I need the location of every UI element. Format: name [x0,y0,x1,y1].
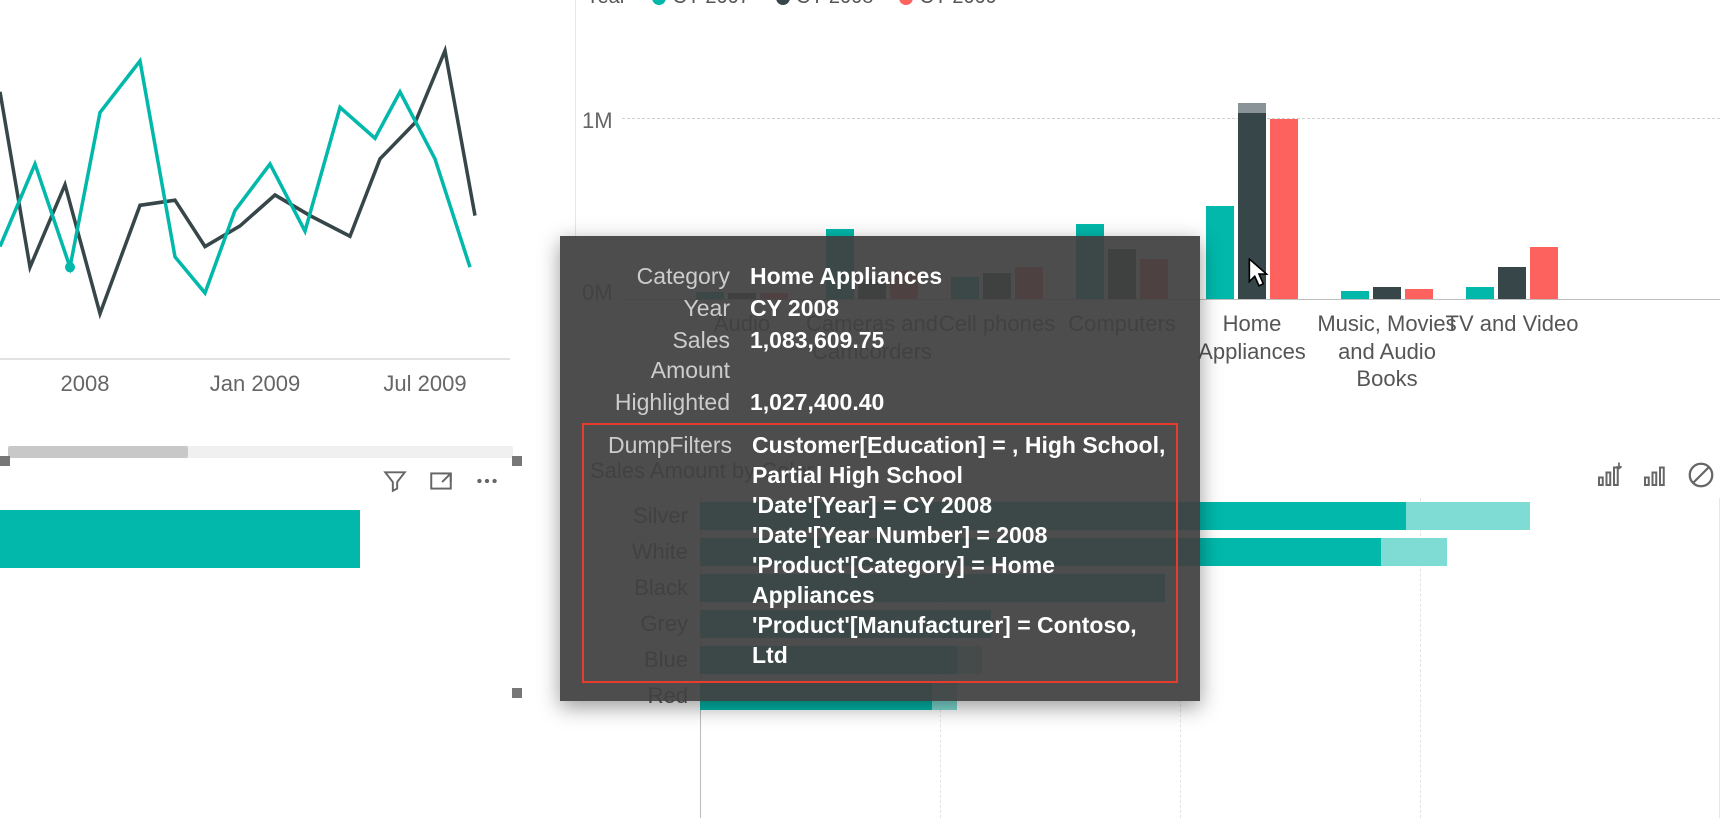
bar-home-2008[interactable] [1238,103,1266,299]
focus-mode-icon[interactable] [428,468,454,494]
bar-tv-2009[interactable] [1530,247,1558,299]
more-options-icon[interactable] [474,468,500,494]
dump-line: 'Date'[Year Number] = 2008 [752,521,1168,551]
bar-x-music: Music, Movies and Audio Books [1317,310,1457,393]
tooltip-row-dump: DumpFilters Customer[Education] = , High… [592,431,1168,670]
dump-line: 'Product'[Manufacturer] = Contoso, Ltd [752,611,1168,671]
dump-line: 'Product'[Category] = Home Appliances [752,551,1168,611]
tooltip-val: CY 2008 [750,294,1170,324]
bar-group-home[interactable] [1202,103,1302,299]
gridline-1m [622,118,1720,119]
drill-up-icon[interactable] [1640,460,1670,490]
bar-tv-2007[interactable] [1466,287,1494,299]
bar-music-2008[interactable] [1373,287,1401,299]
tooltip-dump-values: Customer[Education] = , High School, Par… [752,431,1168,670]
tooltip-dump-key: DumpFilters [592,431,752,670]
tooltip-row-year: Year CY 2008 [590,294,1170,324]
line-series-2008 [0,51,475,314]
bar-music-2007[interactable] [1341,291,1369,299]
line-x-2: Jul 2009 [340,371,510,397]
bar-group-tv[interactable] [1462,247,1562,299]
hbar-actions [1594,460,1716,490]
line-chart-svg [0,30,510,360]
tooltip-row-sales: Sales Amount 1,083,609.75 [590,326,1170,386]
bar-home-2009[interactable] [1270,119,1298,299]
line-x-0: 2008 [0,371,170,397]
tooltip-key: Highlighted [590,388,750,418]
tooltip-dumpfilters-box: DumpFilters Customer[Education] = , High… [582,423,1178,682]
resize-handle-mr[interactable] [512,688,522,698]
no-entry-icon[interactable] [1686,460,1716,490]
tooltip-val: 1,027,400.40 [750,388,1170,418]
line-point [65,262,75,272]
tooltip-row-highlighted: Highlighted 1,027,400.40 [590,388,1170,418]
bar-music-2009[interactable] [1405,289,1433,299]
line-series-2007 [0,61,470,293]
tooltip-key: Category [590,262,750,292]
dump-line: Customer[Education] = , High School, Par… [752,431,1168,491]
bar-tv-2008[interactable] [1498,267,1526,299]
tooltip-key: Year [590,294,750,324]
visual-header [0,456,518,506]
tooltip: Category Home Appliances Year CY 2008 Sa… [560,236,1200,701]
line-x-1: Jan 2009 [170,371,340,397]
bar-x-tv: TV and Video [1442,310,1582,338]
y-tick-1m: 1M [582,108,612,134]
dump-line: 'Date'[Year] = CY 2008 [752,491,1168,521]
line-x-labels: 2008 Jan 2009 Jul 2009 [0,365,510,397]
bar-group-music[interactable] [1337,287,1437,299]
tooltip-key: Sales Amount [590,326,750,386]
tooltip-val: Home Appliances [750,262,1170,292]
tooltip-val: 1,083,609.75 [750,326,1170,386]
bar-x-home: Home Appliances [1182,310,1322,365]
bar-home-2007[interactable] [1206,206,1234,299]
bar-home-2008-unhighlighted [1238,103,1266,113]
drill-down-icon[interactable] [1594,460,1624,490]
selected-bar[interactable] [0,510,360,568]
line-chart[interactable]: 2008 Jan 2009 Jul 2009 [0,30,510,430]
tooltip-row-category: Category Home Appliances [590,262,1170,292]
filter-icon[interactable] [382,468,408,494]
